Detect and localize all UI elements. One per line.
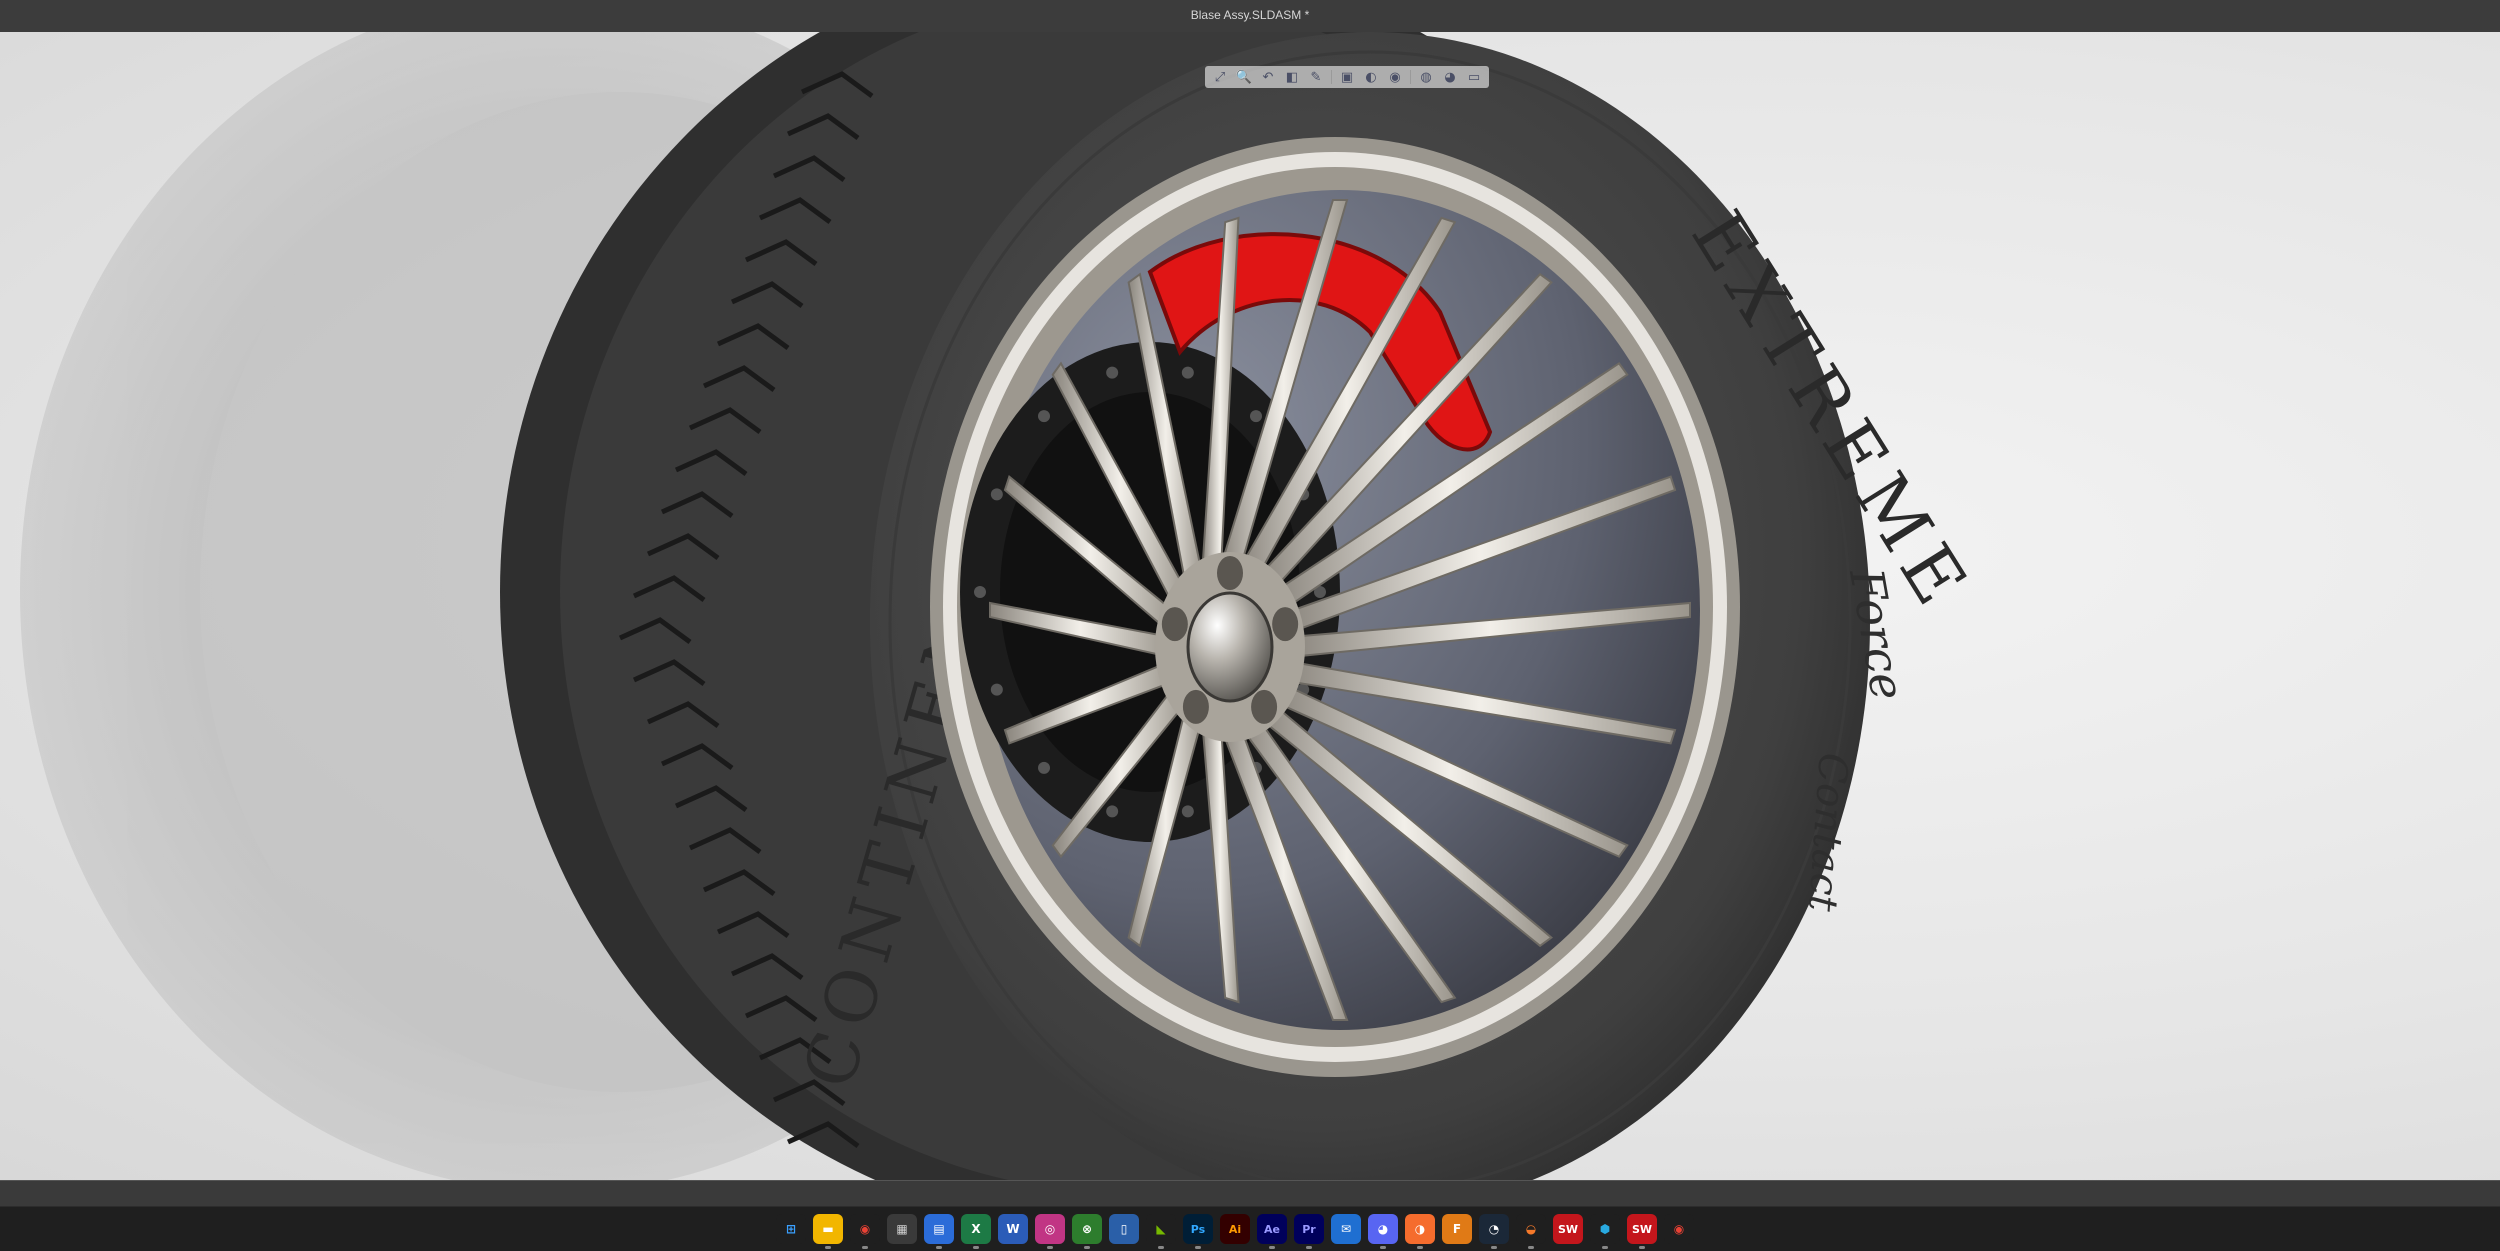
toolbar-separator xyxy=(1410,70,1411,84)
rotor-hole xyxy=(1106,805,1119,818)
word-icon[interactable]: W xyxy=(998,1214,1028,1244)
previous-view-icon[interactable]: ↶ xyxy=(1259,68,1277,86)
photoshop-icon[interactable]: Ps xyxy=(1183,1214,1213,1249)
windows-taskbar: ⊞ ▬ ◉ ▦ ▤ X W ◎ ⊗ ▯ ◣ Ps Ai Ae Pr ✉ ◕ ◑ F ◔ ◒ SW ⬢ SW ◉ xyxy=(0,1206,2500,1251)
heads-up-view-toolbar: ⤢ 🔍 ↶ ◧ ✎ ▣ ◐ ◉ ◍ ◕ ▭ xyxy=(1205,66,1489,88)
steam-icon[interactable]: ◔ xyxy=(1479,1214,1509,1249)
phone-link-icon[interactable]: ▯ xyxy=(1109,1214,1139,1244)
rotor-hole xyxy=(1181,805,1194,818)
rotor-hole xyxy=(974,586,986,598)
calculator-icon[interactable]: ▦ xyxy=(887,1214,917,1244)
discord-icon[interactable]: ◕ xyxy=(1368,1214,1398,1249)
solidworks-2026-alt-icon[interactable]: SW xyxy=(1627,1214,1657,1249)
rotor-hole xyxy=(990,488,1003,501)
view-settings-icon[interactable]: ▭ xyxy=(1465,68,1483,86)
rotor-hole xyxy=(1181,366,1194,379)
dynamic-annotation-icon[interactable]: ✎ xyxy=(1307,68,1325,86)
rotor-hole xyxy=(990,683,1003,696)
chrome-icon[interactable]: ◉ xyxy=(850,1214,880,1249)
premiere-icon[interactable]: Pr xyxy=(1294,1214,1324,1249)
view-orientation-icon[interactable]: ▣ xyxy=(1338,68,1356,86)
solidworks-2026-icon[interactable]: SW xyxy=(1553,1214,1583,1244)
instagram-icon[interactable]: ◎ xyxy=(1035,1214,1065,1249)
lug-hole xyxy=(1182,689,1209,724)
excel-icon[interactable]: X xyxy=(961,1214,991,1249)
section-view-icon[interactable]: ◧ xyxy=(1283,68,1301,86)
wheel-model-render[interactable]: EXTREME CONTINENTAL Force Contact xyxy=(0,32,2500,1180)
mail-icon[interactable]: ✉ xyxy=(1331,1214,1361,1244)
xbox-icon[interactable]: ⊗ xyxy=(1072,1214,1102,1249)
display-style-icon[interactable]: ◐ xyxy=(1362,68,1380,86)
start-icon[interactable]: ⊞ xyxy=(776,1214,806,1244)
illustrator-icon[interactable]: Ai xyxy=(1220,1214,1250,1244)
lug-hole xyxy=(1251,689,1278,724)
blender-icon[interactable]: ◒ xyxy=(1516,1214,1546,1249)
window-title: Blase Assy.SLDASM * xyxy=(1190,8,1310,22)
3d-box-icon[interactable]: ⬢ xyxy=(1590,1214,1620,1249)
hide-show-items-icon[interactable]: ◉ xyxy=(1386,68,1404,86)
apply-scene-icon[interactable]: ◕ xyxy=(1441,68,1459,86)
nvidia-icon[interactable]: ◣ xyxy=(1146,1214,1176,1249)
rotor-hole xyxy=(1106,366,1119,379)
chrome-alt-icon[interactable]: ◉ xyxy=(1664,1214,1694,1244)
graphics-area[interactable]: EXTREME CONTINENTAL Force Contact ⤢ 🔍 ↶ ◧ ✎ ▣… xyxy=(0,32,2500,1180)
toolbar-separator xyxy=(1331,70,1332,84)
zoom-to-fit-icon[interactable]: ⤢ xyxy=(1211,68,1229,86)
file-explorer-icon[interactable]: ▬ xyxy=(813,1214,843,1249)
zoom-to-area-icon[interactable]: 🔍 xyxy=(1235,68,1253,86)
lug-hole xyxy=(1161,607,1188,642)
fusion-icon[interactable]: F xyxy=(1442,1214,1472,1244)
rotor-hole xyxy=(1038,410,1051,423)
origin-icon[interactable]: ◑ xyxy=(1405,1214,1435,1249)
title-bar: Blase Assy.SLDASM * xyxy=(0,0,2500,33)
rotor-hole xyxy=(1249,410,1262,423)
taskbar-icons: ⊞ ▬ ◉ ▦ ▤ X W ◎ ⊗ ▯ ◣ Ps Ai Ae Pr ✉ ◕ ◑ F ◔ ◒ SW ⬢ SW ◉ xyxy=(776,1214,1694,1249)
lug-hole xyxy=(1217,556,1243,590)
wheel-hub xyxy=(1155,552,1305,742)
edit-appearance-icon[interactable]: ◍ xyxy=(1417,68,1435,86)
status-bar xyxy=(0,1180,2500,1207)
store-icon[interactable]: ▤ xyxy=(924,1214,954,1249)
after-effects-icon[interactable]: Ae xyxy=(1257,1214,1287,1249)
lug-hole xyxy=(1272,607,1299,642)
rotor-hole xyxy=(1038,761,1051,774)
